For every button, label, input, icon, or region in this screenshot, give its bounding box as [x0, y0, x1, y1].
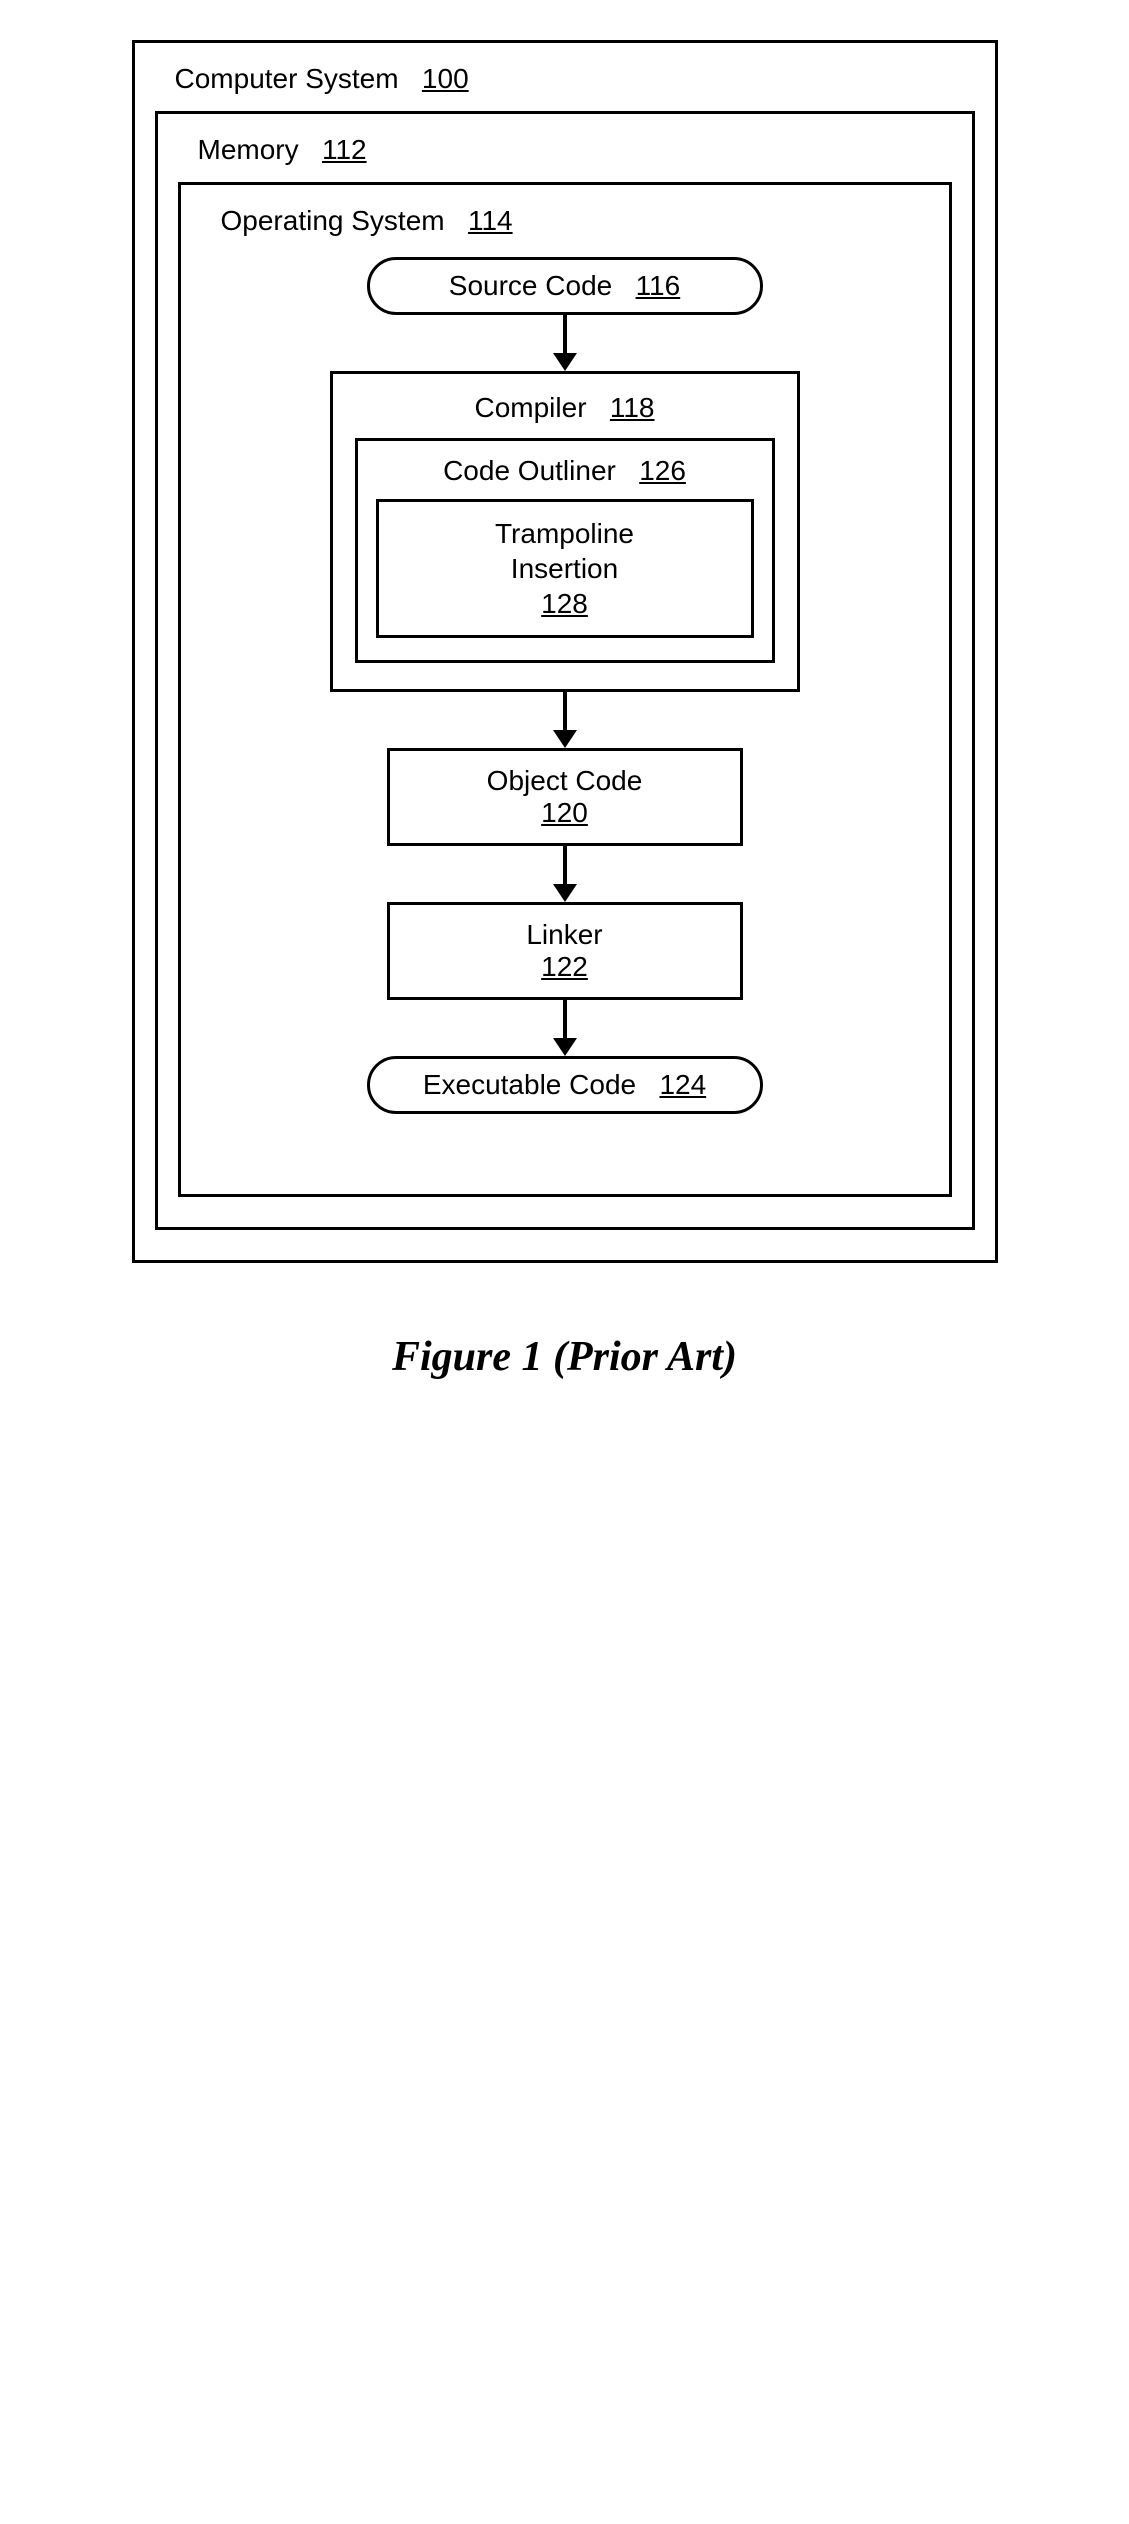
code-outliner-ref: 126 [639, 455, 686, 486]
compiler-text: Compiler [474, 392, 586, 423]
operating-system-label: Operating System 114 [221, 205, 929, 237]
source-code-ref: 116 [636, 270, 681, 301]
computer-system-ref: 100 [422, 63, 469, 94]
executable-code-ref: 124 [659, 1069, 706, 1100]
computer-system-box: Computer System 100 Memory 112 Operating… [132, 40, 998, 1263]
source-code-node: Source Code 116 [367, 257, 763, 315]
source-code-text: Source Code [449, 270, 612, 301]
trampoline-ref: 128 [389, 586, 741, 621]
operating-system-text: Operating System [221, 205, 445, 236]
code-outliner-label: Code Outliner 126 [376, 455, 754, 487]
figure-caption: Figure 1 (Prior Art) [392, 1333, 737, 1381]
memory-ref: 112 [322, 134, 367, 165]
operating-system-box: Operating System 114 Source Code 116 Com… [178, 182, 952, 1197]
memory-text: Memory [198, 134, 299, 165]
trampoline-line2: Insertion [389, 551, 741, 586]
linker-node: Linker 122 [387, 902, 743, 1000]
object-code-node: Object Code 120 [387, 748, 743, 846]
code-outliner-text: Code Outliner [443, 455, 616, 486]
executable-code-node: Executable Code 124 [367, 1056, 763, 1114]
flow-column: Source Code 116 Compiler 118 Co [201, 257, 929, 1114]
compiler-label: Compiler 118 [355, 392, 775, 424]
arrow-object-to-linker [553, 846, 577, 902]
compiler-ref: 118 [610, 392, 655, 423]
computer-system-label: Computer System 100 [175, 63, 975, 95]
arrow-source-to-compiler [553, 315, 577, 371]
code-outliner-node: Code Outliner 126 Trampoline Insertion 1… [355, 438, 775, 663]
compiler-node: Compiler 118 Code Outliner 126 Trampolin… [330, 371, 800, 692]
memory-box: Memory 112 Operating System 114 Source C… [155, 111, 975, 1230]
computer-system-text: Computer System [175, 63, 399, 94]
linker-text: Linker [390, 919, 740, 951]
trampoline-line1: Trampoline [389, 516, 741, 551]
arrow-compiler-to-object [553, 692, 577, 748]
trampoline-insertion-node: Trampoline Insertion 128 [376, 499, 754, 638]
executable-code-text: Executable Code [423, 1069, 636, 1100]
object-code-ref: 120 [390, 797, 740, 829]
arrow-linker-to-exec [553, 1000, 577, 1056]
object-code-text: Object Code [390, 765, 740, 797]
linker-ref: 122 [390, 951, 740, 983]
operating-system-ref: 114 [468, 205, 513, 236]
memory-label: Memory 112 [198, 134, 952, 166]
